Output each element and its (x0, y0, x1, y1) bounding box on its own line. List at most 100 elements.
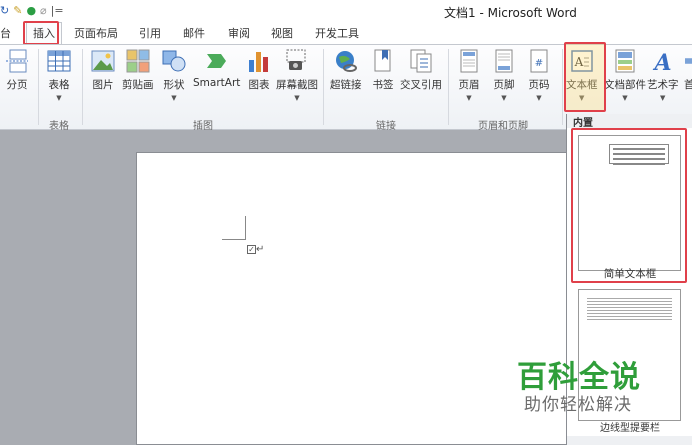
eraser-icon[interactable]: ⌀ (40, 4, 47, 17)
page-number-button[interactable]: # 页码 ▼ (526, 48, 552, 102)
shapes-label: 形状 (163, 79, 185, 91)
quick-parts-icon (615, 49, 635, 73)
smartart-label: SmartArt (193, 77, 241, 89)
margin-corner-mark (222, 239, 246, 240)
hyperlink-icon (335, 51, 357, 72)
picture-button[interactable]: 图片 (90, 48, 116, 92)
shapes-icon (162, 50, 186, 72)
smartart-icon (206, 54, 226, 68)
chevron-down-icon: ▼ (171, 94, 177, 102)
cross-reference-icon (410, 49, 432, 73)
simple-text-box-highlight (571, 128, 687, 283)
clipart-label: 剪贴画 (122, 79, 154, 91)
drop-cap-button[interactable]: 首 (684, 48, 692, 92)
page-break-label: 分页 (6, 79, 28, 91)
qat-separator[interactable]: |= (51, 4, 64, 17)
tab-developer[interactable]: 开发工具 (315, 25, 359, 41)
insert-tab-highlight (23, 21, 59, 45)
tab-mailings[interactable]: 邮件 (183, 25, 205, 41)
window-title: 文档1 - Microsoft Word (444, 6, 577, 20)
screenshot-label: 屏幕截图 (276, 79, 318, 91)
screenshot-button[interactable]: 屏幕截图 ▼ (276, 48, 318, 102)
footer-button[interactable]: 页脚 ▼ (491, 48, 517, 102)
wordart-button[interactable]: A 艺术字 ▼ (647, 48, 679, 102)
tab-home-fragment[interactable]: 台 (0, 25, 11, 41)
tab-view[interactable]: 视图 (271, 25, 293, 41)
header-icon (460, 49, 478, 73)
chevron-down-icon: ▼ (501, 94, 507, 102)
table-label: 表格 (48, 79, 70, 91)
paragraph-mark-glyph: ↵ (256, 244, 265, 255)
picture-icon (91, 50, 115, 72)
page-break-button[interactable]: 分页 (4, 48, 30, 92)
group-label-illustrations: 插图 (193, 121, 213, 132)
drop-cap-label: 首 (684, 79, 692, 91)
quick-parts-label: 文档部件 (604, 79, 646, 91)
check-icon: ✓ (247, 245, 256, 254)
gallery-footer (567, 436, 692, 445)
group-label-links: 链接 (376, 121, 396, 132)
svg-text:A: A (652, 50, 671, 74)
chevron-down-icon: ▼ (56, 94, 62, 102)
bookmark-label: 书签 (372, 79, 394, 91)
table-button[interactable]: 表格 ▼ (46, 48, 72, 102)
divider (82, 49, 83, 125)
tab-page-layout[interactable]: 页面布局 (74, 25, 118, 41)
bookmark-icon (374, 49, 391, 72)
clipart-icon (126, 49, 150, 73)
redo-icon[interactable]: ↻ (0, 4, 9, 17)
drop-cap-icon (685, 58, 692, 64)
text-box-highlight (564, 42, 606, 112)
paragraph-mark: ✓↵ (247, 244, 264, 255)
hyperlink-label: 超链接 (330, 79, 362, 91)
divider (448, 49, 449, 125)
cross-reference-button[interactable]: 交叉引用 (400, 48, 442, 92)
tab-references[interactable]: 引用 (139, 25, 161, 41)
table-icon (47, 50, 71, 72)
header-label: 页眉 (458, 79, 480, 91)
document-page[interactable] (136, 152, 566, 445)
screenshot-icon (286, 49, 306, 70)
footer-icon (495, 49, 513, 73)
bookmark-button[interactable]: 书签 (370, 48, 396, 92)
picture-label: 图片 (92, 79, 114, 91)
smartart-button[interactable]: SmartArt (193, 48, 240, 89)
gallery-item-label: 边线型提要栏 (600, 423, 660, 434)
chevron-down-icon: ▼ (622, 94, 628, 102)
watermark-subtitle: 助你轻松解决 (524, 395, 632, 415)
page-number-label: 页码 (528, 79, 550, 91)
hyperlink-button[interactable]: 超链接 (330, 48, 362, 92)
chart-label: 图表 (248, 79, 270, 91)
format-painter-icon[interactable]: ✎ (13, 4, 22, 17)
wordart-label: 艺术字 (647, 79, 679, 91)
chevron-down-icon: ▼ (466, 94, 472, 102)
chart-icon (249, 52, 268, 72)
wordart-icon: A (652, 50, 671, 74)
document-workspace (0, 131, 566, 445)
page-break-icon (6, 49, 28, 73)
svg-text:#: # (535, 58, 543, 69)
clipart-button[interactable]: 剪贴画 (122, 48, 154, 92)
draw-icon[interactable]: ● (26, 4, 36, 17)
divider (562, 49, 563, 125)
title-bar: ↻ ✎ ● ⌀ |= 文档1 - Microsoft Word (0, 0, 692, 22)
header-button[interactable]: 页眉 ▼ (456, 48, 482, 102)
shapes-button[interactable]: 形状 ▼ (161, 48, 187, 102)
footer-label: 页脚 (493, 79, 515, 91)
chevron-down-icon: ▼ (536, 94, 542, 102)
chevron-down-icon: ▼ (294, 94, 300, 102)
page-number-icon: # (530, 49, 548, 73)
tab-review[interactable]: 审阅 (228, 25, 250, 41)
margin-corner-mark (245, 216, 246, 240)
quick-parts-button[interactable]: 文档部件 ▼ (604, 48, 646, 102)
gallery-header: 内置 (567, 114, 692, 129)
chart-button[interactable]: 图表 (246, 48, 272, 92)
chevron-down-icon: ▼ (660, 94, 666, 102)
divider (323, 49, 324, 125)
ribbon-tabs: 台 插入 页面布局 引用 邮件 审阅 视图 开发工具 (0, 22, 692, 44)
group-label-header-footer: 页眉和页脚 (478, 121, 528, 132)
group-label-tables: 表格 (49, 121, 69, 132)
divider (38, 49, 39, 125)
quick-access-toolbar: ↻ ✎ ● ⌀ |= (0, 2, 64, 18)
cross-reference-label: 交叉引用 (400, 79, 442, 91)
